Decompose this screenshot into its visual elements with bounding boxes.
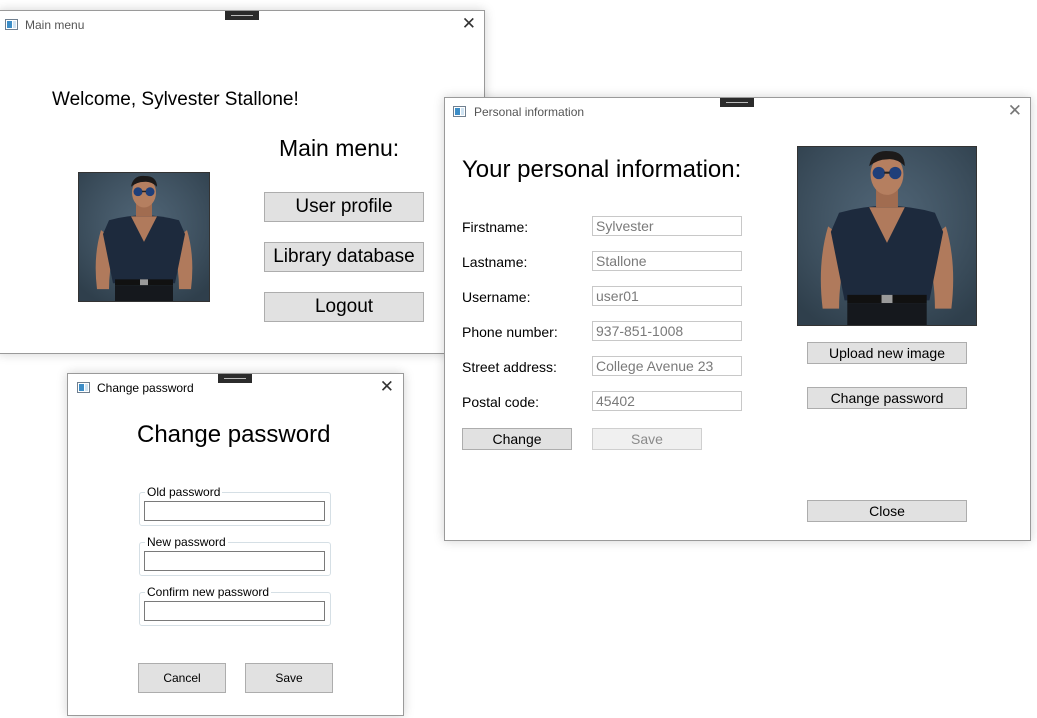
- change-password-button[interactable]: Change password: [807, 387, 967, 409]
- new-password-input[interactable]: [144, 551, 325, 571]
- firstname-label: Firstname:: [462, 219, 529, 235]
- main-menu-window: Main menu ✕ Welcome, Sylvester Stallone!…: [0, 10, 485, 354]
- main-menu-heading: Main menu:: [279, 135, 400, 161]
- new-password-label: New password: [145, 535, 228, 549]
- phone-number-field[interactable]: [592, 321, 742, 341]
- confirm-password-input[interactable]: [144, 601, 325, 621]
- change-password-window: Change password ✕ Change password Old pa…: [67, 373, 404, 716]
- new-password-group: New password: [139, 535, 331, 576]
- app-window-icon: [453, 106, 466, 117]
- lastname-label: Lastname:: [462, 254, 528, 270]
- change-password-heading: Change password: [137, 421, 331, 448]
- profile-photo: [797, 146, 977, 326]
- app-window-icon: [5, 19, 18, 30]
- street-address-field[interactable]: [592, 356, 742, 376]
- close-icon[interactable]: ✕: [1008, 102, 1022, 119]
- username-label: Username:: [462, 289, 531, 305]
- lastname-field[interactable]: [592, 251, 742, 271]
- save-password-button[interactable]: Save: [245, 663, 333, 693]
- phone-number-label: Phone number:: [462, 324, 558, 340]
- close-button[interactable]: Close: [807, 500, 967, 522]
- window-title: Personal information: [474, 105, 585, 119]
- firstname-field[interactable]: [592, 216, 742, 236]
- user-profile-button[interactable]: User profile: [264, 192, 424, 222]
- upload-image-button[interactable]: Upload new image: [807, 342, 967, 364]
- username-field[interactable]: [592, 286, 742, 306]
- window-grip[interactable]: [720, 98, 754, 107]
- old-password-input[interactable]: [144, 501, 325, 521]
- postal-code-field[interactable]: [592, 391, 742, 411]
- welcome-text: Welcome, Sylvester Stallone!: [52, 89, 299, 110]
- postal-code-label: Postal code:: [462, 394, 540, 410]
- library-database-button[interactable]: Library database: [264, 242, 424, 272]
- window-grip[interactable]: [225, 11, 259, 20]
- old-password-label: Old password: [145, 485, 223, 499]
- user-photo: [78, 172, 210, 302]
- save-button[interactable]: Save: [592, 428, 702, 450]
- close-icon[interactable]: ✕: [462, 15, 476, 32]
- old-password-group: Old password: [139, 485, 331, 526]
- personal-information-window: Personal information ✕ Your personal inf…: [444, 97, 1031, 541]
- logout-button[interactable]: Logout: [264, 292, 424, 322]
- window-title: Change password: [97, 381, 194, 395]
- close-icon[interactable]: ✕: [380, 378, 394, 395]
- app-window-icon: [77, 382, 90, 393]
- window-grip[interactable]: [218, 374, 252, 383]
- window-title: Main menu: [25, 18, 85, 32]
- personal-info-heading: Your personal information:: [462, 156, 742, 183]
- change-button[interactable]: Change: [462, 428, 572, 450]
- street-address-label: Street address:: [462, 359, 557, 375]
- confirm-password-group: Confirm new password: [139, 585, 331, 626]
- cancel-button[interactable]: Cancel: [138, 663, 226, 693]
- confirm-password-label: Confirm new password: [145, 585, 272, 599]
